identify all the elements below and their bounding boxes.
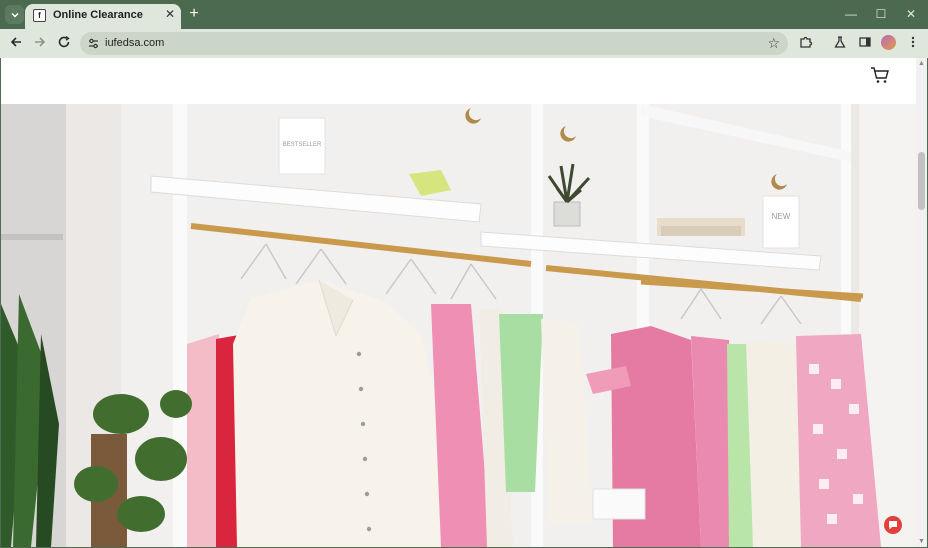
extensions-button[interactable] bbox=[798, 35, 814, 51]
close-icon: ✕ bbox=[905, 7, 917, 21]
shelf-sign-new: NEW bbox=[772, 212, 791, 221]
clothing-rack-illustration: BESTSELLER NEW bbox=[1, 104, 916, 547]
hero-banner-image: BESTSELLER NEW bbox=[1, 104, 916, 547]
forward-button[interactable] bbox=[31, 35, 49, 53]
reload-icon bbox=[58, 35, 70, 48]
active-tab[interactable]: f Online Clearance ✕ bbox=[25, 4, 181, 29]
labs-button[interactable] bbox=[832, 35, 848, 51]
tab-title: Online Clearance bbox=[53, 9, 143, 21]
back-button[interactable] bbox=[7, 35, 25, 53]
url-text[interactable]: iufedsa.com bbox=[105, 37, 164, 49]
maximize-icon: ☐ bbox=[875, 7, 887, 21]
page-viewport: BESTSELLER NEW ▲ ▼ bbox=[1, 58, 927, 547]
close-window-button[interactable]: ✕ bbox=[903, 6, 919, 22]
bookmark-star-icon[interactable]: ☆ bbox=[767, 35, 780, 52]
shelf-sign-bestseller: BESTSELLER bbox=[283, 142, 322, 148]
address-bar[interactable]: iufedsa.com ☆ bbox=[80, 32, 788, 55]
tab-strip: f Online Clearance ✕ + — ☐ ✕ bbox=[0, 0, 928, 29]
page-scrollbar[interactable]: ▲ ▼ bbox=[916, 58, 927, 547]
tab-search-button[interactable] bbox=[5, 5, 24, 24]
arrow-right-icon bbox=[35, 37, 46, 47]
minimize-icon: — bbox=[845, 7, 857, 21]
plus-icon: + bbox=[189, 5, 199, 22]
close-icon: ✕ bbox=[164, 7, 176, 21]
chat-icon bbox=[889, 521, 897, 530]
reload-button[interactable] bbox=[55, 35, 73, 53]
scrollbar-thumb[interactable] bbox=[918, 152, 925, 210]
arrow-left-icon bbox=[10, 37, 21, 47]
site-favicon-icon: f bbox=[33, 9, 46, 22]
scroll-down-icon[interactable]: ▼ bbox=[918, 538, 925, 545]
chevron-down-icon bbox=[10, 12, 19, 18]
puzzle-icon bbox=[800, 36, 813, 48]
tune-icon[interactable] bbox=[86, 36, 101, 51]
profile-avatar[interactable] bbox=[881, 35, 896, 50]
site-header bbox=[1, 58, 916, 104]
chat-widget-button[interactable] bbox=[884, 516, 902, 534]
maximize-button[interactable]: ☐ bbox=[873, 6, 889, 22]
cart-icon[interactable] bbox=[870, 66, 890, 84]
browser-window: f Online Clearance ✕ + — ☐ ✕ iufedsa.com… bbox=[0, 0, 928, 548]
browser-toolbar: iufedsa.com ☆ bbox=[0, 29, 928, 58]
scroll-up-icon[interactable]: ▲ bbox=[918, 60, 925, 67]
kebab-menu-icon bbox=[911, 36, 915, 48]
side-panel-icon bbox=[859, 37, 871, 47]
close-tab-button[interactable]: ✕ bbox=[164, 8, 176, 20]
side-panel-button[interactable] bbox=[857, 35, 873, 51]
browser-menu-button[interactable] bbox=[905, 35, 921, 51]
flask-icon bbox=[834, 36, 846, 48]
minimize-button[interactable]: — bbox=[843, 6, 859, 22]
new-tab-button[interactable]: + bbox=[186, 6, 202, 22]
